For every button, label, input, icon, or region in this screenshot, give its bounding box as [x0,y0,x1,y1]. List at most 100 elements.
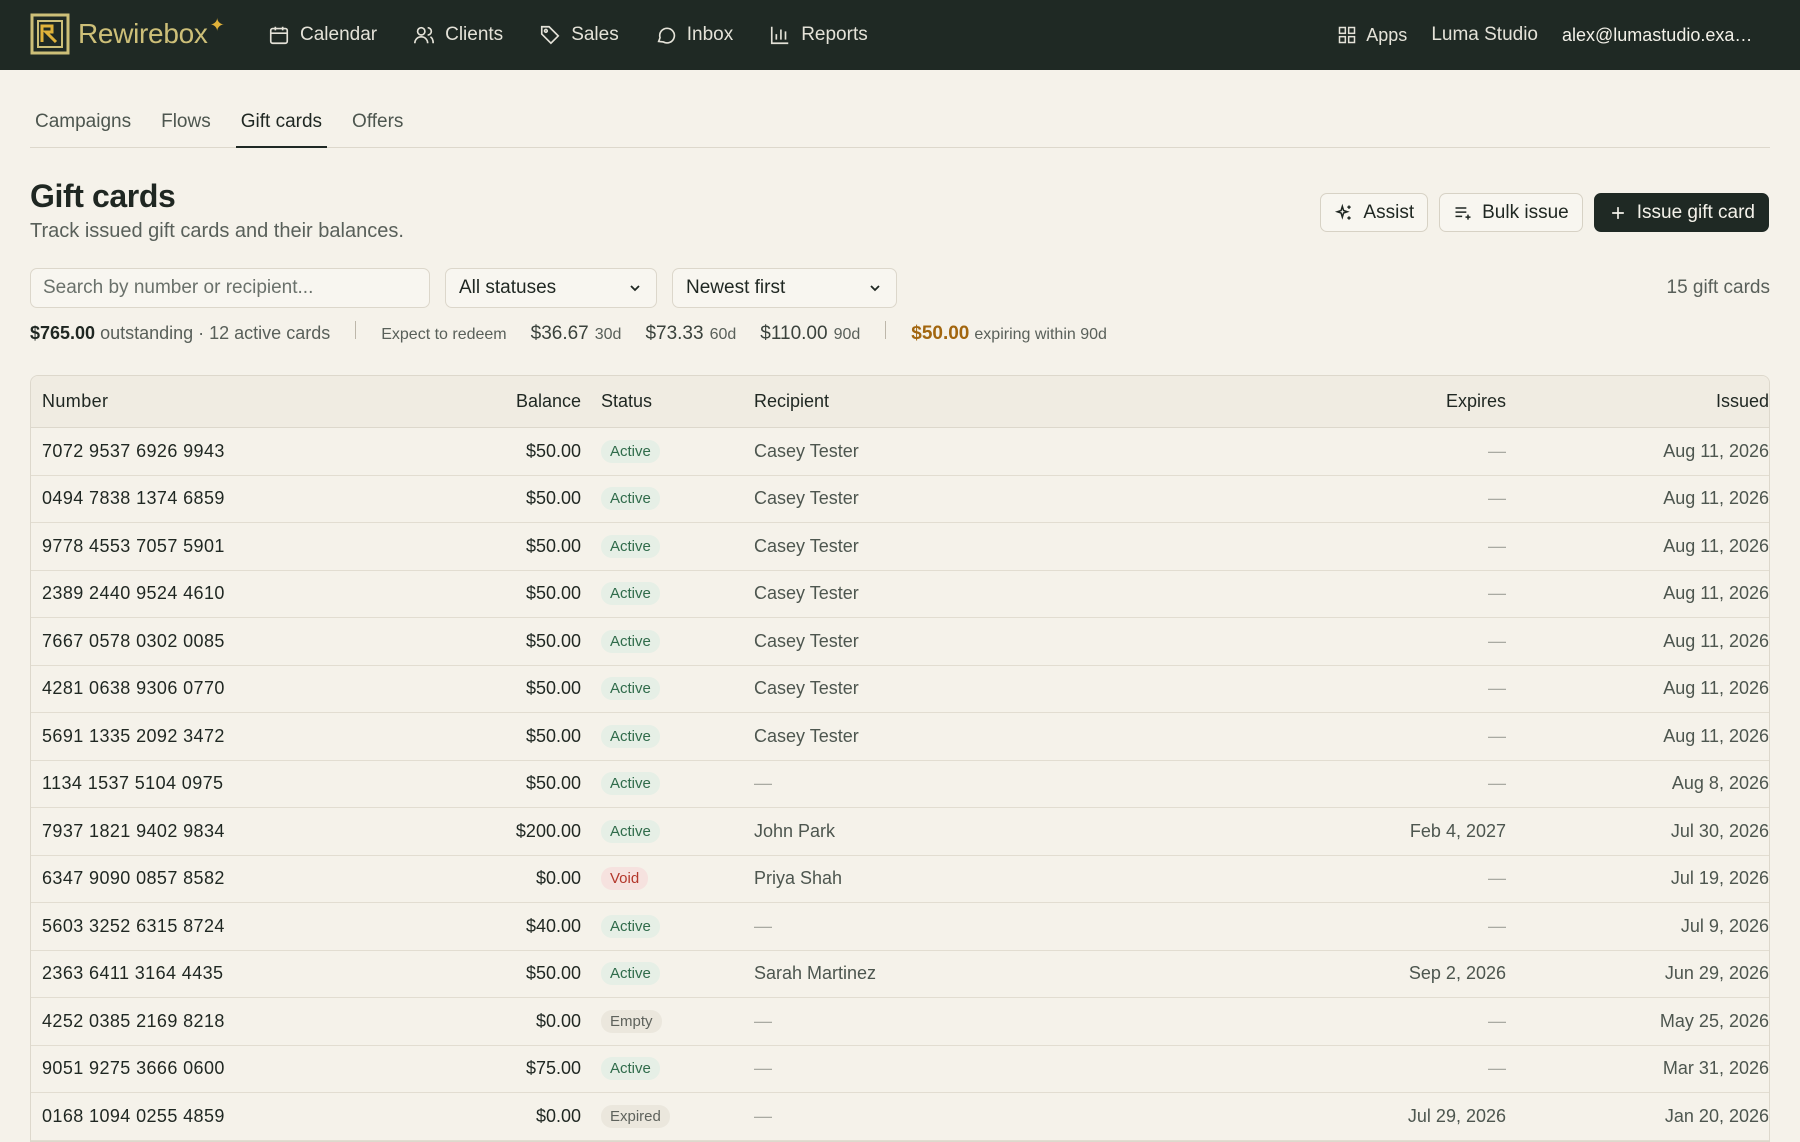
main-nav: Calendar Clients Sales Inbox Reports [268,0,904,70]
gift-card-issued: Aug 11, 2026 [1663,583,1769,604]
redeem-30d-label: 30d [594,326,622,343]
gift-card-issued-cell: Jun 29, 2026 [1506,963,1769,984]
nav-inbox[interactable]: Inbox [655,24,733,46]
gift-card-issued: Aug 11, 2026 [1663,678,1769,699]
tab-flows[interactable]: Flows [156,108,216,148]
column-header-recipient[interactable]: Recipient [754,391,1314,412]
gift-card-recipient: Priya Shah [754,868,843,889]
status-badge: Active [601,487,660,511]
expiring-text: expiring within 90d [974,326,1107,343]
nav-sales-label: Sales [571,24,619,45]
page-subtitle: Track issued gift cards and their balanc… [30,220,404,242]
gift-card-number: 7937 1821 9402 9834 [42,820,225,841]
expiring-amount: $50.00 [911,323,970,344]
gift-card-recipient: John Park [754,820,836,841]
gift-card-balance-cell: $0.00 [481,868,581,889]
tab-campaigns[interactable]: Campaigns [30,108,136,148]
status-filter-select[interactable]: All statuses [445,268,657,308]
gift-card-expires-cell: — [1314,1058,1506,1079]
table-row[interactable]: 1134 1537 5104 0975 $50.00 Active — — Aug 8, … [31,761,1769,808]
issue-gift-card-button[interactable]: Issue gift card [1593,193,1769,232]
gift-card-balance-cell: $40.00 [481,916,581,937]
gift-card-balance: $50.00 [525,678,581,699]
gift-card-expires: — [1488,678,1506,699]
gift-card-issued: Aug 11, 2026 [1663,488,1769,509]
studio-switcher[interactable]: Luma Studio [1431,24,1538,46]
gift-card-recipient-cell: Casey Tester [754,536,1314,557]
gift-card-balance: $50.00 [525,583,581,604]
expect-to-redeem-label: Expect to redeem [381,326,507,343]
gift-card-recipient-cell: — [754,1106,1314,1127]
gift-card-balance: $0.00 [535,1105,581,1126]
assist-button[interactable]: Assist [1320,193,1429,232]
gift-card-issued-cell: Mar 31, 2026 [1506,1058,1769,1079]
gift-card-expires: — [1488,868,1506,889]
gift-card-expires-cell: — [1314,488,1506,509]
nav-clients-label: Clients [445,24,504,45]
status-badge: Active [601,629,660,653]
nav-reports[interactable]: Reports [769,24,868,46]
table-row[interactable]: 6347 9090 0857 8582 $0.00 Void Priya Shah — J… [31,856,1769,903]
gift-card-recipient: Casey Tester [754,440,859,461]
nav-sales[interactable]: Sales [539,24,619,46]
gift-card-recipient-cell: Casey Tester [754,488,1314,509]
gift-card-status: Active [581,534,754,558]
search-input[interactable] [30,268,430,308]
column-header-expires[interactable]: Expires [1314,391,1506,412]
gift-card-number-cell: 7072 9537 6926 9943 [31,441,481,462]
gift-card-status: Active [581,439,754,463]
tab-gift-cards[interactable]: Gift cards [235,108,328,148]
bulk-issue-label: Bulk issue [1482,201,1569,223]
brand[interactable]: Rewirebox ✦ [30,12,225,56]
table-row[interactable]: 4252 0385 2169 8218 $0.00 Empty — — May 25, 2… [31,998,1769,1046]
gift-card-status: Active [581,629,754,653]
gift-card-number: 6347 9090 0857 8582 [42,868,225,889]
table-row[interactable]: 7937 1821 9402 9834 $200.00 Active John Par… [31,808,1769,856]
nav-clients[interactable]: Clients [413,24,503,46]
gift-card-number: 0168 1094 0255 4859 [42,1105,225,1126]
gift-card-balance: $50.00 [525,488,581,509]
gift-card-number-cell: 9051 9275 3666 0600 [31,1058,481,1079]
account-email[interactable]: alex@lumastudio.example.com [1562,25,1756,46]
tab-offers[interactable]: Offers [347,108,408,148]
gift-card-recipient-cell: Casey Tester [754,678,1314,699]
gift-card-number: 5603 3252 6315 8724 [42,915,225,936]
users-icon [414,26,435,44]
table-row[interactable]: 5603 3252 6315 8724 $40.00 Active — — Jul 9, … [31,903,1769,951]
rewirebox-logo-icon [30,13,70,55]
bulk-issue-button[interactable]: Bulk issue [1439,193,1583,232]
gift-card-balance-cell: $50.00 [481,726,581,747]
status-filter-value: All statuses [459,277,557,298]
table-row[interactable]: 4281 0638 9306 0770 $50.00 Active Casey Tes… [31,666,1769,713]
gift-card-balance-cell: $0.00 [481,1011,581,1032]
gift-card-number: 2389 2440 9524 4610 [42,583,225,604]
sort-select[interactable]: Newest first [672,268,897,308]
gift-card-recipient-cell: — [754,916,1314,937]
table-row[interactable]: 0168 1094 0255 4859 $0.00 Expired — Jul 29, … [31,1093,1769,1141]
column-header-number[interactable]: Number [31,391,481,412]
gift-card-expires-cell: — [1314,583,1506,604]
table-row[interactable]: 5691 1335 2092 3472 $50.00 Active Casey Tes… [31,713,1769,761]
redeem-60d-label: 60d [709,326,737,343]
column-header-balance[interactable]: Balance [481,391,581,412]
divider [885,321,887,339]
gift-card-expires-cell: — [1314,726,1506,747]
calendar-icon [269,26,289,45]
table-row[interactable]: 2363 6411 3164 4435 $50.00 Active Sarah Mar… [31,951,1769,998]
table-row[interactable]: 9778 4553 7057 5901 $50.00 Active Casey Tes… [31,523,1769,571]
table-row[interactable]: 7072 9537 6926 9943 $50.00 Active Casey Tes… [31,428,1769,476]
nav-calendar[interactable]: Calendar [268,24,377,46]
account-nav: Apps Luma Studio alex@lumastudio.example… [1337,0,1756,70]
table-row[interactable]: 2389 2440 9524 4610 $50.00 Active Casey Tes… [31,571,1769,618]
table-row[interactable]: 9051 9275 3666 0600 $75.00 Active — — Mar 31,… [31,1046,1769,1093]
status-badge: Active [601,914,660,938]
table-row[interactable]: 7667 0578 0302 0085 $50.00 Active Casey Tes… [31,618,1769,666]
gift-card-status: Active [581,962,754,986]
status-badge: Active [601,1057,660,1081]
gift-card-issued-cell: Jul 9, 2026 [1506,916,1769,937]
column-header-issued[interactable]: Issued [1506,391,1769,412]
table-row[interactable]: 0494 7838 1374 6859 $50.00 Active Casey Tes… [31,476,1769,523]
column-header-status[interactable]: Status [581,391,754,412]
assist-label: Assist [1363,201,1415,223]
apps-button[interactable]: Apps [1337,25,1407,46]
